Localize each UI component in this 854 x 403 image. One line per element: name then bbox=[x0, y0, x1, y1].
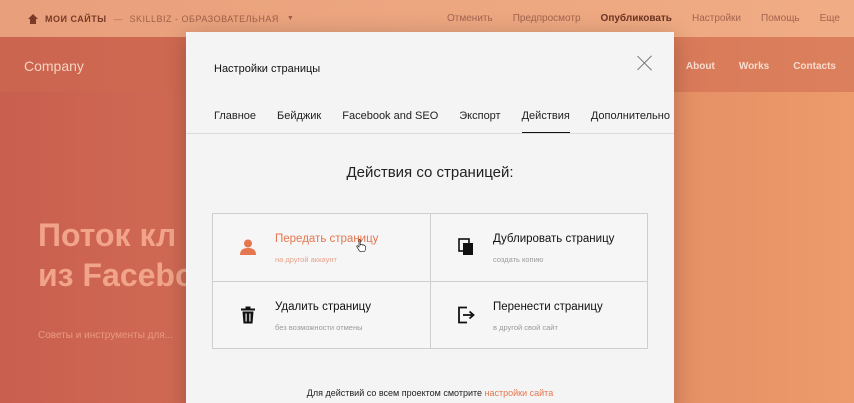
action-name: Дублировать страницу bbox=[493, 233, 615, 245]
hero-subtitle: Советы и инструменты для... bbox=[38, 330, 174, 341]
page-settings-modal: Настройки страницы Главное Бейджик Faceb… bbox=[186, 32, 674, 403]
more-button[interactable]: Еще bbox=[820, 13, 840, 24]
trash-icon bbox=[241, 306, 255, 324]
action-description: создать копию bbox=[493, 255, 544, 264]
nav-link-contacts[interactable]: Contacts bbox=[793, 61, 836, 72]
nav-link-about[interactable]: About bbox=[686, 61, 715, 72]
hero-title-line-1: Поток кл bbox=[38, 217, 177, 253]
help-button[interactable]: Помощь bbox=[761, 13, 800, 24]
actions-grid: Передать страницу на другой аккаунт Дубл… bbox=[212, 213, 648, 349]
tabs-divider bbox=[186, 133, 674, 134]
hero-title-line-2: из Facebo bbox=[38, 257, 195, 293]
tab-badge[interactable]: Бейджик bbox=[277, 110, 321, 133]
duplicate-page-action[interactable]: Дублировать страницу создать копию bbox=[431, 214, 648, 281]
move-icon bbox=[458, 306, 475, 324]
tab-facebook-seo[interactable]: Facebook and SEO bbox=[342, 110, 438, 133]
breadcrumb-project[interactable]: SKILLBIZ - ОБРАЗОВАТЕЛЬНАЯ bbox=[130, 14, 279, 24]
settings-tabs: Главное Бейджик Facebook and SEO Экспорт… bbox=[214, 110, 670, 133]
copy-icon bbox=[458, 238, 473, 255]
move-page-action[interactable]: Перенести страницу в другой свой сайт bbox=[431, 282, 648, 349]
action-name: Перенести страницу bbox=[493, 301, 603, 313]
chevron-down-icon[interactable]: ▼ bbox=[287, 15, 294, 22]
action-description: на другой аккаунт bbox=[275, 255, 337, 264]
breadcrumb-my-sites[interactable]: МОИ САЙТЫ bbox=[45, 14, 107, 24]
site-nav: About Works Contacts bbox=[686, 61, 836, 72]
tab-main[interactable]: Главное bbox=[214, 110, 256, 133]
site-logo: Company bbox=[24, 58, 84, 74]
home-icon[interactable] bbox=[28, 13, 38, 24]
tab-actions[interactable]: Действия bbox=[521, 110, 570, 133]
preview-button[interactable]: Предпросмотр bbox=[513, 13, 581, 24]
undo-button[interactable]: Отменить bbox=[447, 13, 493, 24]
tab-additional[interactable]: Дополнительно bbox=[591, 110, 670, 133]
site-settings-link[interactable]: настройки сайта bbox=[485, 388, 554, 398]
footer-note: Для действий со всем проектом смотрите н… bbox=[186, 388, 674, 398]
hero-title: Поток кл из Facebo bbox=[38, 215, 195, 295]
modal-title: Настройки страницы bbox=[214, 63, 321, 75]
close-icon[interactable] bbox=[637, 55, 653, 71]
footer-text: Для действий со всем проектом смотрите bbox=[306, 388, 483, 398]
settings-button[interactable]: Настройки bbox=[692, 13, 741, 24]
action-name: Удалить страницу bbox=[275, 301, 372, 313]
user-icon bbox=[240, 239, 256, 255]
transfer-page-action[interactable]: Передать страницу на другой аккаунт bbox=[213, 214, 430, 281]
nav-link-works[interactable]: Works bbox=[739, 61, 769, 72]
action-description: в другой свой сайт bbox=[493, 323, 558, 332]
tab-export[interactable]: Экспорт bbox=[459, 110, 500, 133]
breadcrumb-separator: — bbox=[113, 13, 123, 24]
hand-cursor-icon bbox=[356, 239, 366, 252]
action-description: без возможности отмены bbox=[275, 323, 363, 332]
section-title: Действия со страницей: bbox=[346, 164, 514, 181]
delete-page-action[interactable]: Удалить страницу без возможности отмены bbox=[213, 282, 430, 349]
publish-button[interactable]: Опубликовать bbox=[601, 13, 672, 24]
